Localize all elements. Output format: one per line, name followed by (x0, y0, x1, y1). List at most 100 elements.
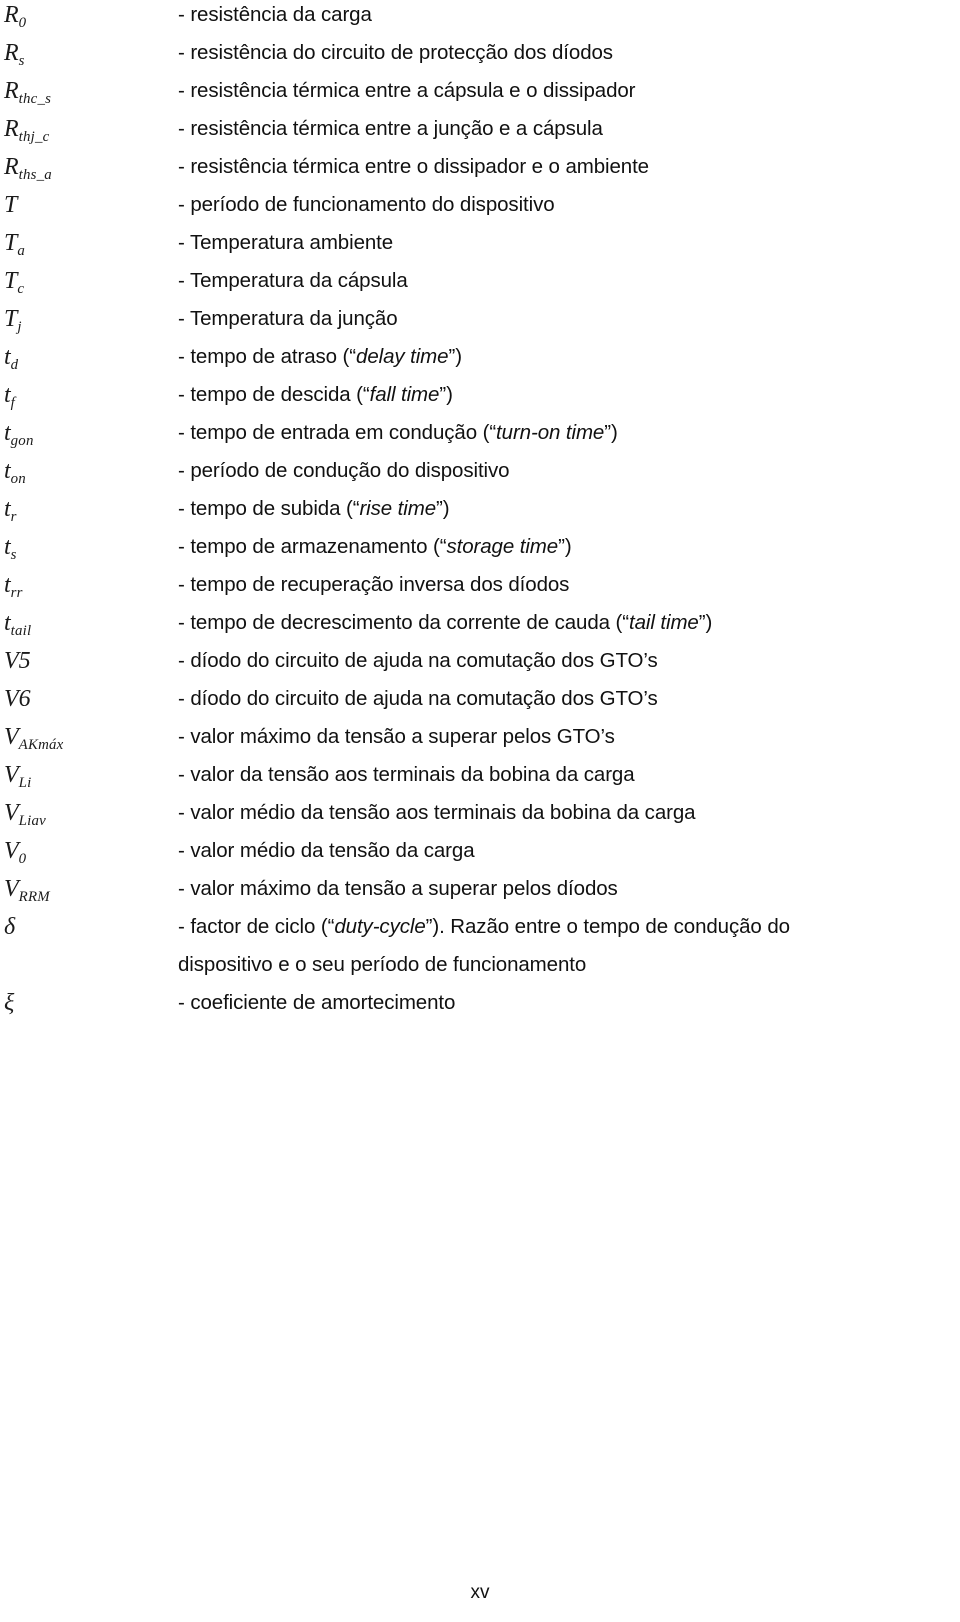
symbol-description: - resistência da carga (178, 3, 372, 26)
symbol-description: - valor médio da tensão da carga (178, 839, 475, 862)
symbol-description: - tempo de entrada em condução (“turn-on… (178, 421, 618, 444)
symbol-base: t (4, 458, 11, 484)
glossary-entry: ton - período de condução do dispositivo (0, 456, 960, 494)
glossary-entry: tgon - tempo de entrada em condução (“tur… (0, 418, 960, 456)
glossary-entry: Rthj_c - resistência térmica entre a junç… (0, 114, 960, 152)
symbol-description: - período de condução do dispositivo (178, 459, 510, 482)
symbol-subscript: Li (18, 774, 32, 791)
symbol-notation: V0 (0, 836, 178, 874)
symbol-notation: Tj (0, 304, 178, 342)
english-term: delay time (356, 345, 449, 368)
symbol-base: R (4, 154, 19, 180)
glossary-entry: Tc - Temperatura da cápsula (0, 266, 960, 304)
glossary-entry: trr - tempo de recuperação inversa dos dí… (0, 570, 960, 608)
english-term: rise time (359, 497, 437, 520)
symbol-description: - resistência térmica entre a cápsula e … (178, 79, 636, 102)
symbol-notation: tr (0, 494, 178, 532)
symbol-base: R (4, 78, 19, 104)
symbol-description: - díodo do circuito de ajuda na comutaçã… (178, 649, 658, 672)
symbol-base: t (4, 382, 11, 408)
symbol-description: - díodo do circuito de ajuda na comutaçã… (178, 687, 658, 710)
symbol-description: - valor máximo da tensão a superar pelos… (178, 877, 618, 900)
symbol-notation: Rths_a (0, 152, 178, 190)
symbol-subscript: ths_a (18, 166, 52, 183)
symbol-base: R (4, 2, 19, 28)
symbol-description: - tempo de atraso (“delay time”) (178, 345, 462, 368)
symbol-description: - tempo de subida (“rise time”) (178, 497, 450, 520)
symbol-description: - tempo de armazenamento (“storage time”… (178, 535, 572, 558)
symbol-subscript: thj_c (18, 128, 50, 145)
symbol-description: - período de funcionamento do dispositiv… (178, 193, 555, 216)
symbol-notation: ξ (0, 988, 178, 1018)
symbol-description: - Temperatura da junção (178, 307, 398, 330)
symbol-base: ξ (4, 990, 15, 1016)
glossary-entry: ts - tempo de armazenamento (“storage tim… (0, 532, 960, 570)
symbol-subscript: rr (10, 584, 23, 601)
symbol-subscript: d (10, 356, 19, 373)
symbol-base: V6 (4, 686, 31, 712)
symbol-subscript: on (10, 470, 26, 487)
symbol-subscript: thc_s (18, 90, 52, 107)
symbol-subscript: r (10, 508, 17, 525)
glossary-entry: VLi - valor da tensão aos terminais da bo… (0, 760, 960, 798)
glossary-entry: R0 - resistência da carga (0, 0, 960, 38)
symbol-description: - resistência térmica entre o dissipador… (178, 155, 649, 178)
glossary-entry: VRRM - valor máximo da tensão a superar p… (0, 874, 960, 912)
symbol-notation: VAKmáx (0, 722, 178, 760)
symbol-subscript: s (10, 546, 17, 563)
symbol-base: δ (4, 914, 16, 940)
symbol-base: T (4, 268, 18, 294)
symbol-subscript: RRM (18, 888, 50, 905)
page-number-footer: xv (470, 1582, 490, 1603)
symbol-base: t (4, 534, 11, 560)
symbol-description: - factor de ciclo (“duty-cycle”). Razão … (178, 912, 960, 980)
symbol-subscript: 0 (18, 14, 27, 31)
glossary-entry: tr - tempo de subida (“rise time”) (0, 494, 960, 532)
glossary-entry: td - tempo de atraso (“delay time”) (0, 342, 960, 380)
symbol-notation: Ta (0, 228, 178, 266)
symbol-base: T (4, 230, 18, 256)
symbol-subscript: s (18, 52, 25, 69)
symbol-notation: Tc (0, 266, 178, 304)
glossary-entry: δ - factor de ciclo (“duty-cycle”). Razão… (0, 912, 960, 988)
symbol-notation: V6 (0, 684, 178, 714)
symbol-base: t (4, 420, 11, 446)
symbol-notation: ts (0, 532, 178, 570)
symbol-subscript: j (17, 318, 22, 335)
glossary-entry: ξ - coeficiente de amortecimento (0, 988, 960, 1026)
symbol-notation: VLiav (0, 798, 178, 836)
symbol-glossary-list: R0- resistência da carga Rs - resistência … (0, 0, 960, 1026)
glossary-entry: VAKmáx - valor máximo da tensão a superar… (0, 722, 960, 760)
symbol-base: T (4, 192, 18, 218)
glossary-page: R0- resistência da carga Rs - resistência … (0, 0, 960, 1622)
symbol-base: R (4, 40, 19, 66)
glossary-entry: Rs - resistência do circuito de protecção… (0, 38, 960, 76)
symbol-notation: trr (0, 570, 178, 608)
symbol-base: T (4, 306, 18, 332)
english-term: duty-cycle (334, 915, 426, 938)
symbol-notation: ttail (0, 608, 178, 646)
symbol-subscript: gon (10, 432, 34, 449)
symbol-base: V5 (4, 648, 31, 674)
glossary-entry: V6 - díodo do circuito de ajuda na comuta… (0, 684, 960, 722)
symbol-subscript: a (17, 242, 25, 259)
symbol-notation: Rthj_c (0, 114, 178, 152)
symbol-base: V (4, 724, 19, 750)
symbol-base: t (4, 572, 11, 598)
glossary-entry: T - período de funcionamento do dispositi… (0, 190, 960, 228)
english-term: turn-on time (496, 421, 605, 444)
symbol-notation: Rthc_s (0, 76, 178, 114)
glossary-entry: Ta - Temperatura ambiente (0, 228, 960, 266)
symbol-notation: δ (0, 912, 178, 942)
symbol-subscript: tail (10, 622, 32, 639)
symbol-description: - tempo de recuperação inversa dos díodo… (178, 573, 570, 596)
symbol-base: t (4, 496, 11, 522)
glossary-entry: V5 - díodo do circuito de ajuda na comuta… (0, 646, 960, 684)
symbol-subscript: 0 (18, 850, 27, 867)
symbol-base: t (4, 610, 11, 636)
symbol-notation: Rs (0, 38, 178, 76)
glossary-entry: V0- valor médio da tensão da carga (0, 836, 960, 874)
glossary-entry: VLiav - valor médio da tensão aos termina… (0, 798, 960, 836)
symbol-base: V (4, 762, 19, 788)
symbol-description: - resistência do circuito de protecção d… (178, 41, 613, 64)
